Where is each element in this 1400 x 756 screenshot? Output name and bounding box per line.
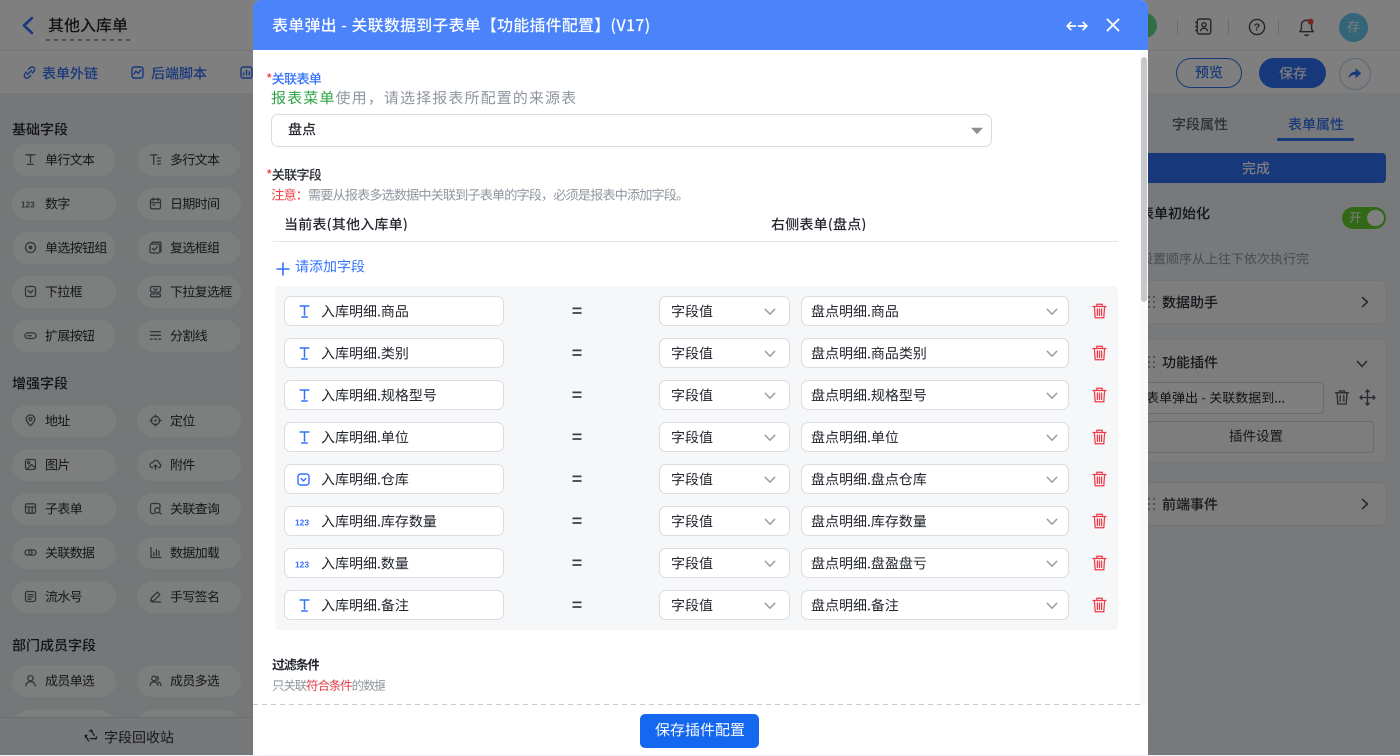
- svg-text:123: 123: [295, 560, 309, 569]
- svg-text:123: 123: [295, 518, 309, 527]
